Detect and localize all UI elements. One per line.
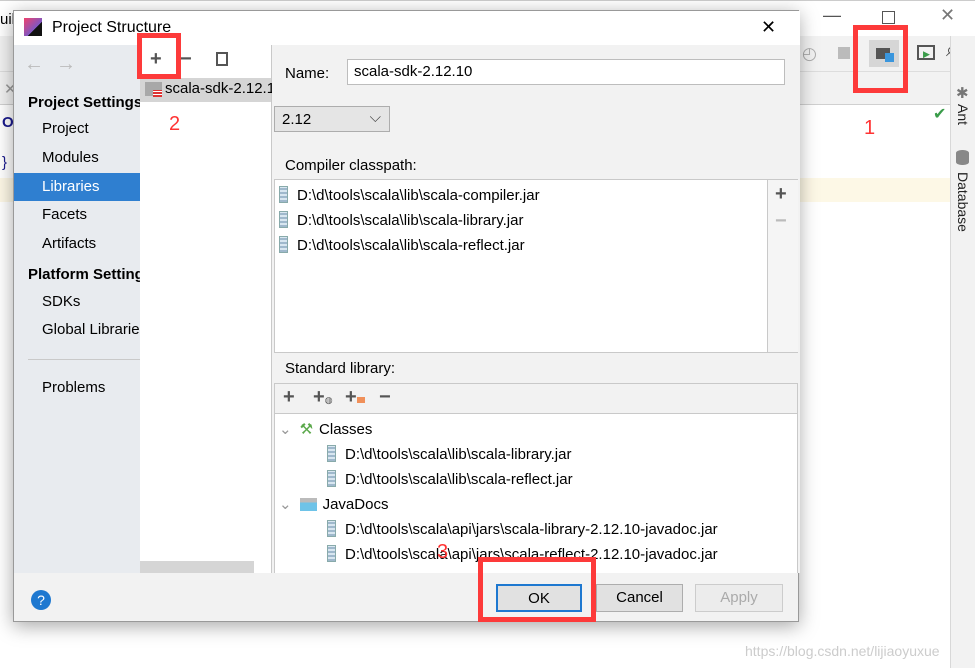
classes-item[interactable]: D:\d\tools\scala\lib\scala-library.jar — [327, 442, 571, 467]
ant-icon: ✱ — [956, 85, 969, 102]
project-structure-dialog: Project Structure ✕ ← → Project Settings… — [13, 10, 800, 622]
nav-item-modules[interactable]: Modules — [14, 144, 140, 172]
editor-brace: } — [2, 154, 8, 171]
tree-node-classes[interactable]: ⌄ ⚒ Classes — [279, 417, 372, 442]
check-icon: ✔ — [933, 106, 947, 123]
library-details: Name: scala-sdk-2.12.10 2.12 ⌵ Compiler … — [272, 45, 800, 573]
profile-icon[interactable]: ◴ — [802, 44, 817, 64]
forward-arrow-icon[interactable]: → — [56, 53, 76, 76]
standard-library-toolbar: + +◍ + − — [275, 384, 797, 414]
nav-item-global-libraries[interactable]: Global Libraries — [14, 316, 140, 344]
jar-icon — [327, 470, 336, 487]
scala-icon — [153, 90, 162, 97]
database-tool-button[interactable]: Database — [955, 172, 971, 232]
add-folder-icon[interactable]: + — [345, 386, 365, 409]
add-url-icon[interactable]: +◍ — [313, 386, 333, 409]
classpath-item[interactable]: D:\d\tools\scala\lib\scala-compiler.jar — [279, 183, 540, 208]
annotation-box-ok — [478, 557, 596, 622]
jar-icon — [327, 545, 336, 562]
tree-node-javadocs[interactable]: ⌄ JavaDocs — [279, 492, 388, 517]
run-window-icon[interactable]: ▶ — [917, 45, 935, 60]
classes-item[interactable]: D:\d\tools\scala\lib\scala-reflect.jar — [327, 467, 573, 492]
dialog-title-bar: Project Structure ✕ — [14, 11, 800, 45]
library-name: scala-sdk-2.12.10 — [165, 80, 284, 97]
right-tool-strip: ✱ Ant Database — [950, 36, 975, 668]
classpath-item[interactable]: D:\d\tools\scala\lib\scala-reflect.jar — [279, 233, 525, 258]
expand-icon: ⌄ — [279, 421, 292, 438]
jar-icon — [279, 211, 288, 228]
annotation-1: 1 — [864, 117, 876, 139]
intellij-logo-icon — [24, 18, 42, 36]
platform-settings-header: Platform Settings — [28, 266, 140, 283]
jar-icon — [279, 186, 288, 203]
expand-icon: ⌄ — [279, 496, 292, 513]
maximize-icon[interactable] — [882, 11, 895, 24]
chevron-down-icon: ⌵ — [369, 109, 381, 126]
cancel-button[interactable]: Cancel — [596, 584, 683, 612]
ant-tool-button[interactable]: Ant — [955, 104, 971, 125]
annotation-3: 3 — [437, 541, 449, 563]
javadoc-item[interactable]: D:\d\tools\scala\api\jars\scala-library-… — [327, 517, 718, 542]
version-select[interactable]: 2.12 ⌵ — [274, 106, 390, 132]
help-button[interactable]: ? — [31, 590, 51, 610]
standard-library-tree: + +◍ + − ⌄ ⚒ Classes D:\d\tools\scala\lib\… — [274, 383, 798, 573]
annotation-box-add — [137, 33, 181, 79]
annotation-box-project-structure — [853, 25, 908, 93]
jar-icon — [327, 520, 336, 537]
classpath-item[interactable]: D:\d\tools\scala\lib\scala-library.jar — [279, 208, 523, 233]
standard-library-label: Standard library: — [285, 360, 396, 377]
add-icon[interactable]: + — [283, 386, 295, 409]
editor-text: O — [2, 114, 14, 131]
name-input[interactable]: scala-sdk-2.12.10 — [347, 59, 785, 85]
close-icon[interactable]: ✕ — [761, 17, 776, 38]
copy-library-icon[interactable] — [216, 52, 228, 66]
annotation-2: 2 — [169, 113, 181, 135]
nav-item-artifacts[interactable]: Artifacts — [14, 230, 140, 258]
nav-item-problems[interactable]: Problems — [14, 374, 140, 402]
version-value: 2.12 — [282, 111, 312, 128]
settings-nav: ← → Project Settings Project Modules Lib… — [14, 45, 140, 573]
nav-divider — [28, 359, 140, 360]
jar-icon — [279, 236, 288, 253]
nav-item-facets[interactable]: Facets — [14, 201, 140, 229]
compiler-classpath-label: Compiler classpath: — [285, 157, 417, 174]
apply-button[interactable]: Apply — [695, 584, 783, 612]
watermark: https://blog.csdn.net/lijiaoyuxue — [745, 643, 940, 659]
jar-icon — [327, 445, 336, 462]
hammer-icon: ⚒ — [299, 421, 314, 438]
nav-item-project[interactable]: Project — [14, 115, 140, 143]
close-window-icon[interactable]: ✕ — [940, 5, 955, 26]
minimize-icon[interactable]: — — [823, 5, 841, 26]
stop-icon[interactable] — [838, 47, 850, 59]
classpath-toolbar: + − — [767, 180, 798, 352]
add-classpath-icon[interactable]: + — [775, 183, 787, 206]
remove-icon[interactable]: − — [379, 386, 391, 409]
nav-item-sdks[interactable]: SDKs — [14, 288, 140, 316]
library-item[interactable]: scala-sdk-2.12.10 — [140, 78, 283, 102]
database-icon — [956, 150, 969, 165]
project-settings-header: Project Settings — [28, 94, 140, 111]
javadoc-folder-icon — [299, 498, 317, 511]
library-list-panel: + − scala-sdk-2.12.10 — [140, 45, 283, 573]
back-arrow-icon[interactable]: ← — [24, 53, 44, 76]
name-label: Name: — [285, 65, 330, 82]
compiler-classpath-list: D:\d\tools\scala\lib\scala-compiler.jar … — [274, 179, 798, 353]
remove-classpath-icon[interactable]: − — [775, 210, 787, 233]
nav-item-libraries[interactable]: Libraries — [14, 173, 140, 201]
horizontal-scrollbar[interactable] — [140, 561, 254, 573]
remove-library-icon[interactable]: − — [180, 48, 192, 71]
